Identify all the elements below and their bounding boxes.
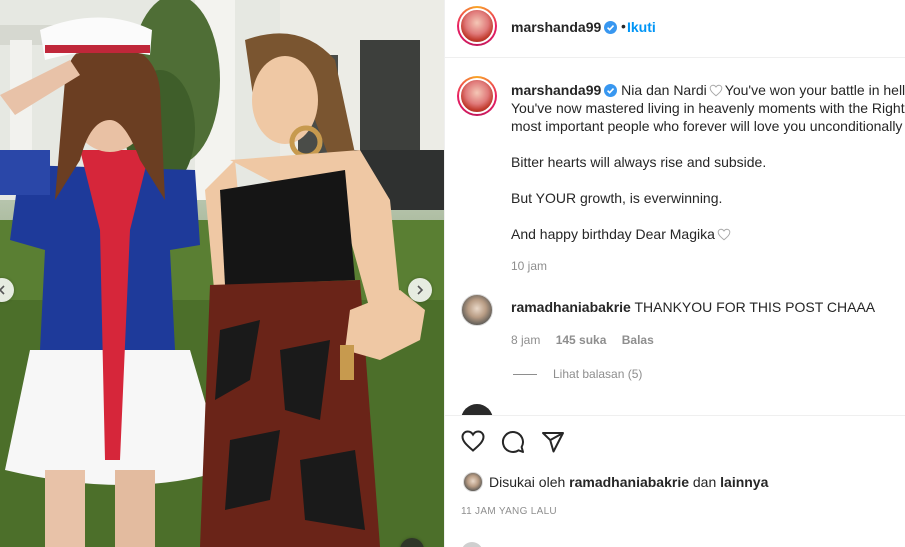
- reply-button[interactable]: Balas: [622, 333, 654, 347]
- comment-time[interactable]: 8 jam: [511, 333, 540, 347]
- follow-button[interactable]: Ikuti: [627, 19, 656, 35]
- caption-time[interactable]: 10 jam: [511, 259, 547, 273]
- caption-line-1: Nia dan Nardi: [621, 82, 707, 98]
- separator-dot: •: [621, 18, 626, 34]
- next-commenter-avatar[interactable]: [461, 404, 493, 415]
- chevron-left-icon: [0, 285, 5, 295]
- share-icon[interactable]: [541, 430, 565, 454]
- liked-prefix: Disukai oleh: [489, 474, 566, 490]
- author-username-row[interactable]: marshanda99: [511, 19, 618, 35]
- liked-others[interactable]: lainnya: [720, 474, 768, 490]
- next-photo-button[interactable]: [408, 278, 432, 302]
- caption-paragraph-4-row: And happy birthday Dear Magika: [511, 225, 905, 243]
- heart-icon[interactable]: [461, 430, 485, 452]
- view-replies-button[interactable]: Lihat balasan (5): [513, 367, 642, 381]
- photo-illustration: [0, 0, 444, 547]
- verified-icon: [604, 84, 618, 97]
- author-avatar[interactable]: [457, 6, 497, 46]
- commenter-avatar[interactable]: [461, 294, 493, 326]
- heart-outline-icon: [717, 228, 731, 241]
- verified-icon: [604, 21, 618, 34]
- caption-avatar[interactable]: [457, 76, 497, 116]
- action-bar: Disukai oleh ramadhaniabakrie dan lainny…: [445, 415, 905, 547]
- comment-meta: 8 jam 145 suka Balas: [511, 333, 666, 347]
- view-replies-label[interactable]: Lihat balasan (5): [553, 367, 642, 381]
- comment-text: THANKYOU FOR THIS POST CHAAA: [634, 299, 876, 315]
- post-timestamp[interactable]: 11 JAM YANG LALU: [461, 506, 557, 517]
- author-username[interactable]: marshanda99: [511, 19, 601, 35]
- comment-text-row: ramadhaniabakrie THANKYOU FOR THIS POST …: [511, 299, 875, 315]
- liked-user[interactable]: ramadhaniabakrie: [569, 474, 689, 490]
- chevron-right-icon: [417, 285, 424, 295]
- caption-line-3: You've now mastered living in heavenly m…: [511, 100, 905, 116]
- caption-line-2: You've won your battle in hell.: [724, 82, 905, 98]
- comment-likes[interactable]: 145 suka: [556, 333, 607, 347]
- caption-paragraph-3: But YOUR growth, is everwinning.: [511, 190, 723, 206]
- caption-username[interactable]: marshanda99: [511, 82, 601, 98]
- comment-icon[interactable]: [501, 430, 525, 454]
- post-header: marshanda99 • Ikuti: [445, 0, 905, 58]
- replies-divider: [513, 374, 537, 375]
- liked-by-avatar[interactable]: [463, 472, 483, 492]
- caption-paragraph-4: And happy birthday Dear Magika: [511, 226, 715, 242]
- caption-paragraph-2: Bitter hearts will always rise and subsi…: [511, 154, 767, 170]
- current-user-avatar: [461, 542, 483, 547]
- comments-area[interactable]: marshanda99 Nia dan Nardi You've won your…: [445, 59, 905, 415]
- caption-text: marshanda99 Nia dan Nardi You've won your…: [511, 81, 905, 261]
- post-photo[interactable]: [0, 0, 444, 547]
- caption-line-4: most important people who forever will l…: [511, 118, 903, 134]
- post-side-panel: marshanda99 • Ikuti marshanda99 Nia dan …: [444, 0, 905, 547]
- liked-by: Disukai oleh ramadhaniabakrie dan lainny…: [463, 472, 768, 492]
- heart-outline-icon: [709, 84, 723, 97]
- liked-and: dan: [692, 474, 717, 490]
- commenter-username[interactable]: ramadhaniabakrie: [511, 299, 631, 315]
